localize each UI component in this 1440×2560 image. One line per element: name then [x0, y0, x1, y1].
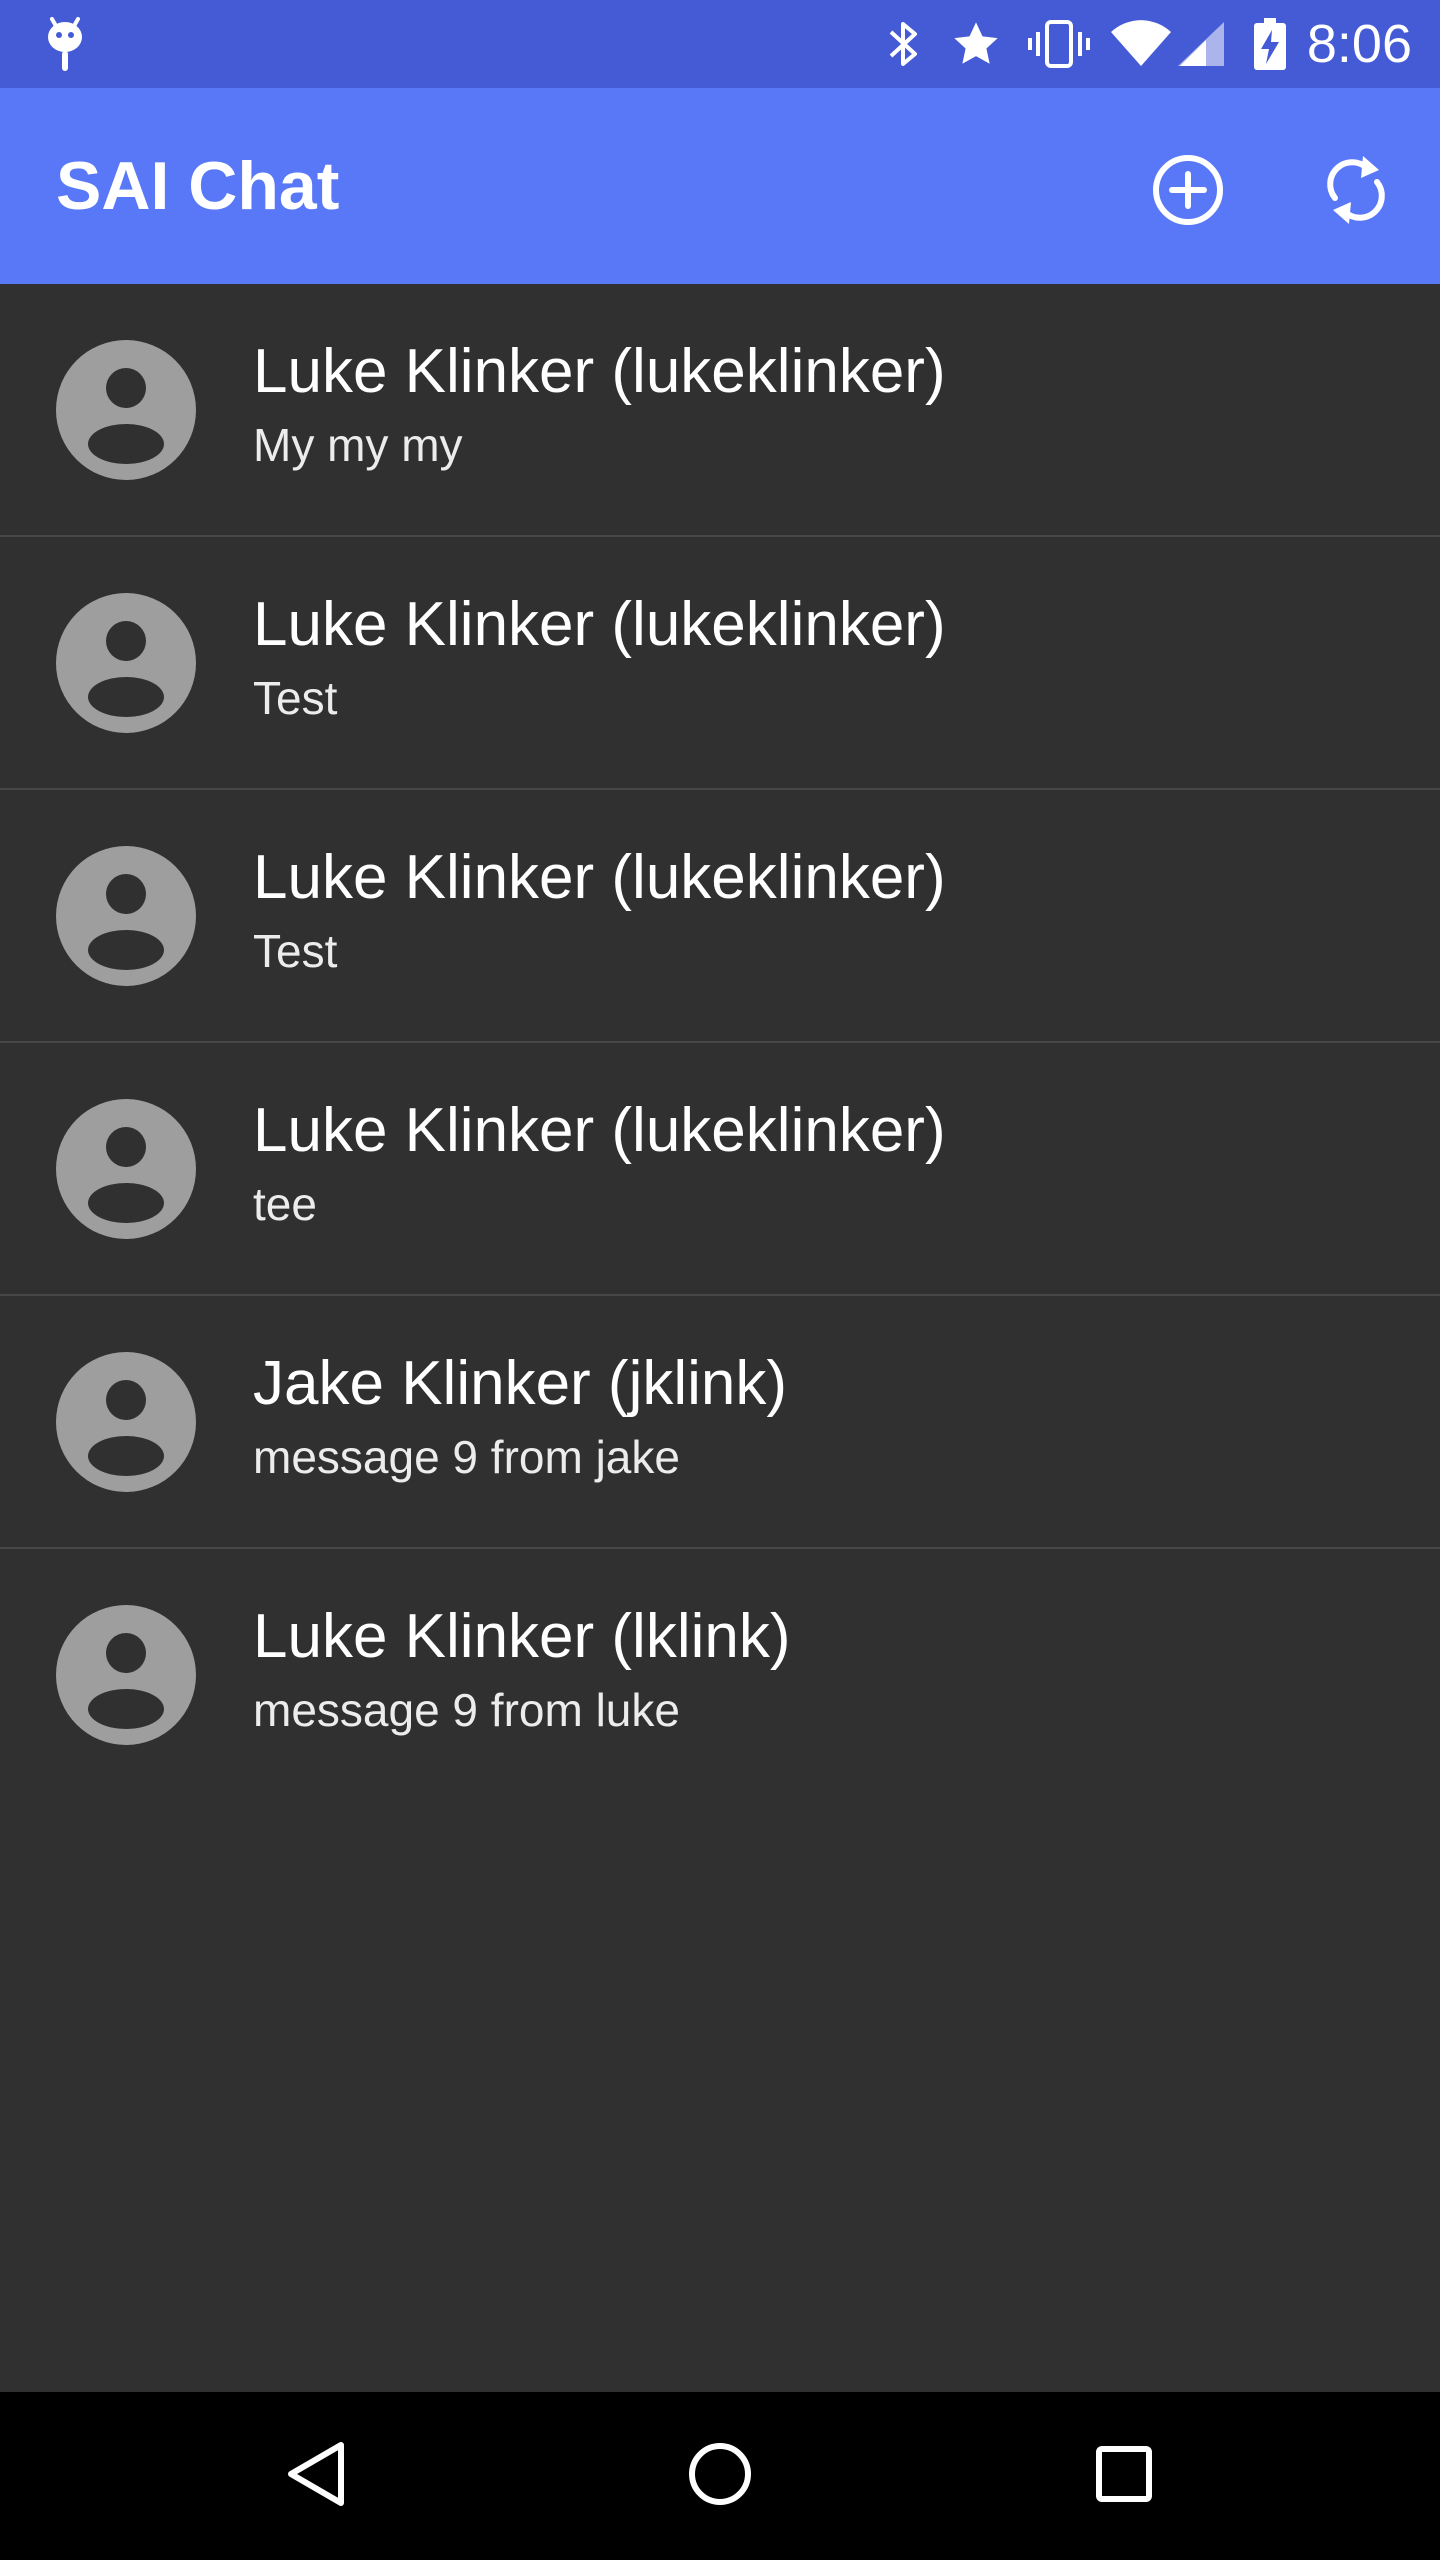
- status-time: 8:06: [1306, 14, 1412, 74]
- wifi-icon: [1110, 0, 1172, 88]
- home-icon: [687, 2441, 753, 2512]
- conversation-list: Luke Klinker (lukeklinker) My my my Luke…: [0, 284, 1440, 1802]
- conversation-preview: Test: [253, 925, 338, 977]
- conversation-preview: tee: [253, 1178, 317, 1230]
- conversation-name: Luke Klinker (lukeklinker): [253, 1096, 946, 1165]
- recents-button[interactable]: [1064, 2416, 1184, 2536]
- refresh-icon: [1323, 152, 1389, 233]
- conversation-item[interactable]: Jake Klinker (jklink) message 9 from jak…: [0, 1296, 1440, 1549]
- battery-charging-icon: [1250, 0, 1290, 88]
- conversation-preview: My my my: [253, 419, 463, 471]
- cell-signal-icon: [1176, 0, 1226, 88]
- recents-icon: [1094, 2444, 1154, 2509]
- conversation-item[interactable]: Luke Klinker (lukeklinker) My my my: [0, 284, 1440, 537]
- toolbar: SAI Chat: [0, 88, 1440, 284]
- avatar-person-icon: [56, 1352, 196, 1492]
- conversation-name: Luke Klinker (lukeklinker): [253, 843, 946, 912]
- conversation-preview: message 9 from luke: [253, 1684, 680, 1736]
- back-icon: [283, 2439, 349, 2514]
- conversation-name: Luke Klinker (lukeklinker): [253, 337, 946, 406]
- bluetooth-icon: [884, 0, 924, 88]
- avatar-person-icon: [56, 846, 196, 986]
- vibrate-icon: [1026, 0, 1092, 88]
- android-debug-icon: [40, 0, 90, 88]
- avatar-person-icon: [56, 1099, 196, 1239]
- status-bar: 8:06: [0, 0, 1440, 88]
- avatar-person-icon: [56, 1605, 196, 1745]
- refresh-button[interactable]: [1308, 144, 1404, 240]
- conversation-name: Jake Klinker (jklink): [253, 1349, 788, 1418]
- navigation-bar: [0, 2392, 1440, 2560]
- conversation-item[interactable]: Luke Klinker (lklink) message 9 from luk…: [0, 1549, 1440, 1802]
- conversation-item[interactable]: Luke Klinker (lukeklinker) tee: [0, 1043, 1440, 1296]
- app-title: SAI Chat: [56, 148, 340, 224]
- avatar-person-icon: [56, 340, 196, 480]
- conversation-item[interactable]: Luke Klinker (lukeklinker) Test: [0, 790, 1440, 1043]
- new-chat-button[interactable]: [1140, 144, 1236, 240]
- star-icon: [948, 0, 1004, 88]
- conversation-name: Luke Klinker (lklink): [253, 1602, 791, 1671]
- conversation-item[interactable]: Luke Klinker (lukeklinker) Test: [0, 537, 1440, 790]
- add-circle-icon: [1150, 152, 1226, 233]
- avatar-person-icon: [56, 593, 196, 733]
- conversation-preview: Test: [253, 672, 338, 724]
- back-button[interactable]: [256, 2416, 376, 2536]
- conversation-name: Luke Klinker (lukeklinker): [253, 590, 946, 659]
- conversation-preview: message 9 from jake: [253, 1431, 680, 1483]
- home-button[interactable]: [660, 2416, 780, 2536]
